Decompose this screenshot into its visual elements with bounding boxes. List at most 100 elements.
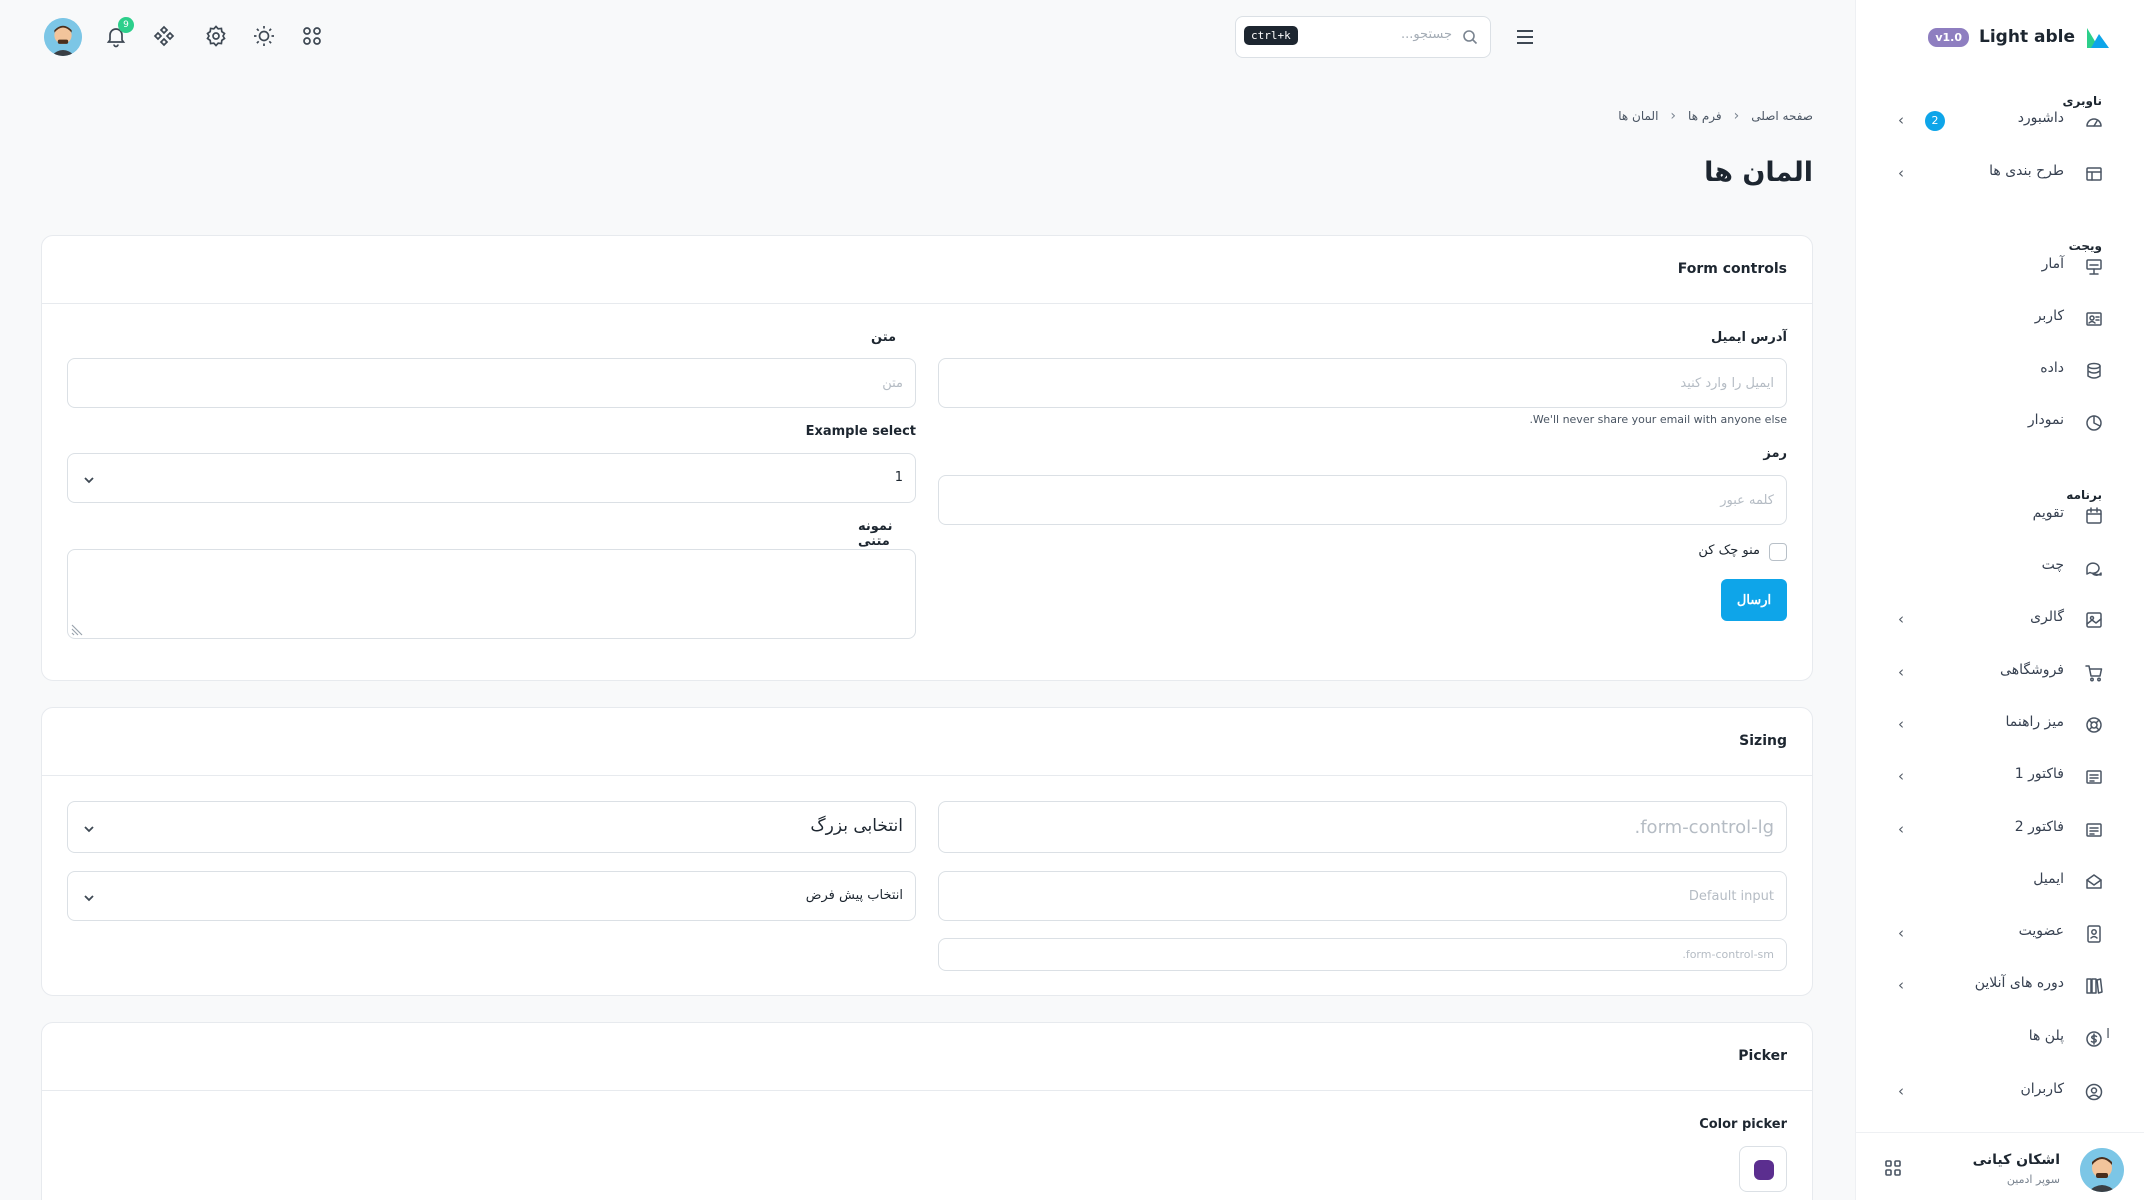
sidebar-item[interactable]: کاربر bbox=[1856, 297, 2144, 341]
sidebar-item-label: عضویت bbox=[2018, 923, 2064, 939]
sidebar-item[interactable]: تقویم bbox=[1856, 494, 2144, 538]
sidebar-item[interactable]: فاکتور 2 ‹ bbox=[1856, 808, 2144, 852]
chevron-left-icon: ‹ bbox=[1898, 976, 1904, 994]
sidebar-item-label: آمار bbox=[2041, 256, 2064, 272]
sidebar-item-label: پلن ها bbox=[2028, 1028, 2064, 1044]
sidebar-item[interactable]: فروشگاهی ‹ bbox=[1856, 651, 2144, 695]
count-badge: 2 bbox=[1925, 111, 1945, 131]
sidebar-item-label: ایمیل bbox=[2033, 871, 2064, 887]
resize-handle-icon[interactable] bbox=[70, 622, 84, 636]
layout-shapes-icon[interactable] bbox=[152, 24, 176, 48]
gallery-icon bbox=[2084, 610, 2104, 630]
user-name: اشکان کیانی bbox=[1972, 1152, 2060, 1168]
sidebar-item[interactable]: نمودار bbox=[1856, 401, 2144, 445]
cart-icon bbox=[2084, 663, 2104, 683]
sidebar-item[interactable]: گالری ‹ bbox=[1856, 598, 2144, 642]
sidebar-footer: اشکان کیانی سوپر ادمین bbox=[1856, 1132, 2144, 1200]
lifebuoy-icon bbox=[2084, 715, 2104, 735]
sidebar-item-label: طرح بندی ها bbox=[1989, 163, 2064, 179]
example-select[interactable]: 1 bbox=[67, 453, 916, 503]
user-circle-icon bbox=[2084, 1082, 2104, 1102]
sidebar-item-label: داشبورد bbox=[2017, 110, 2064, 126]
sidebar-item[interactable]: کاربران ‹ bbox=[1856, 1070, 2144, 1114]
sidebar: Light able v1.0 ناوبری ویجت برنامه داشبو… bbox=[1855, 0, 2144, 1200]
small-input[interactable] bbox=[938, 938, 1787, 971]
sidebar-item-label: فاکتور 2 bbox=[2014, 819, 2064, 835]
sidebar-item[interactable]: آمار bbox=[1856, 245, 2144, 289]
sun-icon[interactable] bbox=[252, 24, 276, 48]
sidebar-item[interactable]: طرح بندی ها ‹ bbox=[1856, 152, 2144, 196]
chevron-down-icon bbox=[82, 472, 96, 486]
sidebar-item-label: نمودار bbox=[2027, 412, 2064, 428]
apps-grid-icon[interactable] bbox=[300, 24, 324, 48]
sidebar-item-label: داده bbox=[2040, 360, 2064, 376]
color-swatch bbox=[1754, 1160, 1774, 1180]
settings-grid-icon[interactable] bbox=[1884, 1159, 1902, 1177]
color-picker-label: Color picker bbox=[1699, 1117, 1787, 1132]
sidebar-marker: I bbox=[2106, 1027, 2110, 1042]
card-title: Sizing bbox=[1739, 733, 1787, 749]
sidebar-item[interactable]: چت bbox=[1856, 546, 2144, 590]
chevron-left-icon: ‹ bbox=[1898, 164, 1904, 182]
search-input[interactable] bbox=[1312, 27, 1452, 42]
sidebar-item[interactable]: عضویت ‹ bbox=[1856, 912, 2144, 956]
menu-toggle-icon[interactable] bbox=[1514, 26, 1536, 48]
avatar[interactable] bbox=[44, 18, 82, 56]
chevron-left-icon: ‹ bbox=[1670, 108, 1677, 124]
card-header: Sizing bbox=[42, 708, 1812, 776]
text-field[interactable] bbox=[67, 358, 916, 408]
chevron-left-icon: ‹ bbox=[1898, 111, 1904, 129]
database-icon bbox=[2084, 361, 2104, 381]
large-input[interactable] bbox=[938, 801, 1787, 853]
sidebar-item[interactable]: پلن ها I bbox=[1856, 1017, 2144, 1061]
color-picker[interactable] bbox=[1739, 1146, 1787, 1192]
example-textarea[interactable] bbox=[67, 549, 916, 639]
sidebar-item-label: کاربران bbox=[2020, 1081, 2064, 1097]
chevron-left-icon: ‹ bbox=[1733, 108, 1740, 124]
avatar[interactable] bbox=[2080, 1148, 2124, 1192]
brand-logo-icon bbox=[2085, 24, 2111, 50]
sidebar-item-label: کاربر bbox=[2034, 308, 2064, 324]
sidebar-item[interactable]: داده bbox=[1856, 349, 2144, 393]
brand[interactable]: Light able v1.0 bbox=[1928, 22, 2111, 52]
brand-name: Light able bbox=[1979, 27, 2075, 47]
password-field[interactable] bbox=[938, 475, 1787, 525]
mail-icon bbox=[2084, 872, 2104, 892]
membership-icon bbox=[2084, 924, 2104, 944]
chevron-left-icon: ‹ bbox=[1898, 924, 1904, 942]
select-value: انتخاب پیش فرض bbox=[805, 888, 903, 903]
breadcrumb-current: المان ها bbox=[1618, 109, 1659, 123]
sidebar-item[interactable]: دوره های آنلاین ‹ bbox=[1856, 964, 2144, 1008]
sidebar-item-label: فاکتور 1 bbox=[2014, 766, 2064, 782]
chevron-down-icon bbox=[82, 890, 96, 904]
picker-card: Picker Color picker bbox=[41, 1022, 1813, 1200]
large-select[interactable]: انتخابی بزرگ bbox=[67, 801, 916, 853]
email-field[interactable] bbox=[938, 358, 1787, 408]
check-me-checkbox[interactable] bbox=[1769, 543, 1787, 561]
select-value: انتخابی بزرگ bbox=[810, 816, 903, 836]
invoice-icon bbox=[2084, 767, 2104, 787]
breadcrumb-forms[interactable]: فرم ها bbox=[1688, 109, 1722, 123]
top-header: 9 ctrl+k bbox=[0, 0, 1855, 74]
chevron-left-icon: ‹ bbox=[1898, 1082, 1904, 1100]
search-box: ctrl+k bbox=[1235, 16, 1491, 58]
chat-icon bbox=[2084, 558, 2104, 578]
statistics-icon bbox=[2084, 257, 2104, 277]
submit-button[interactable]: ارسال bbox=[1721, 579, 1787, 621]
sidebar-item-label: فروشگاهی bbox=[2000, 662, 2064, 678]
sidebar-item[interactable]: فاکتور 1 ‹ bbox=[1856, 755, 2144, 799]
checkbox-label: منو چک کن bbox=[1698, 543, 1760, 558]
card-header: Form controls bbox=[42, 236, 1812, 304]
gear-icon[interactable] bbox=[204, 24, 228, 48]
page-title: المان ها bbox=[1704, 157, 1813, 188]
sidebar-item[interactable]: ایمیل bbox=[1856, 860, 2144, 904]
default-input[interactable] bbox=[938, 871, 1787, 921]
books-icon bbox=[2084, 976, 2104, 996]
example-select-label: Example select bbox=[805, 424, 916, 439]
default-select[interactable]: انتخاب پیش فرض bbox=[67, 871, 916, 921]
sidebar-item[interactable]: داشبورد 2 ‹ bbox=[1856, 99, 2144, 143]
sidebar-item[interactable]: میز راهنما ‹ bbox=[1856, 703, 2144, 747]
breadcrumb-home[interactable]: صفحه اصلی bbox=[1751, 109, 1813, 123]
chevron-left-icon: ‹ bbox=[1898, 767, 1904, 785]
email-help-text: .We'll never share your email with anyon… bbox=[1529, 413, 1787, 426]
